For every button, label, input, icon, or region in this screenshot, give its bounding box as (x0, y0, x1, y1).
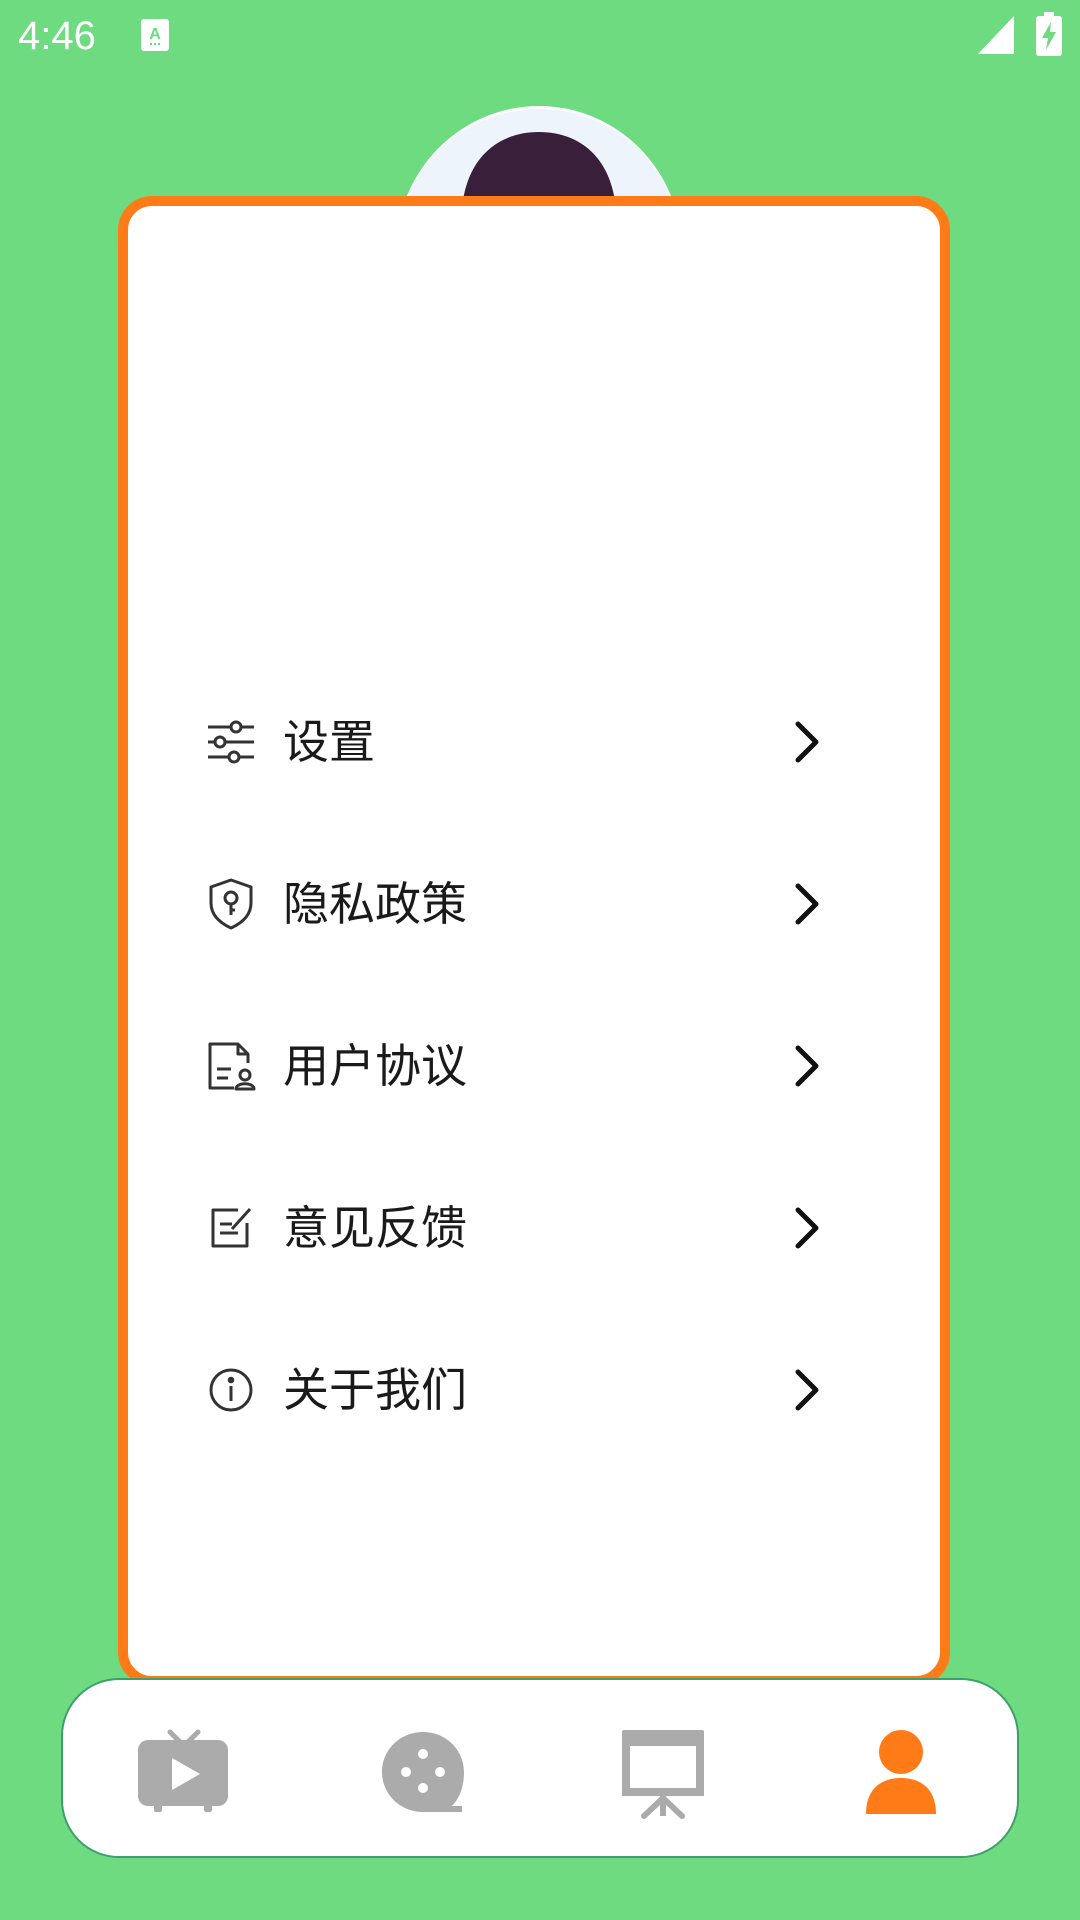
menu-item-label: 意见反馈 (283, 1201, 467, 1255)
nav-tab-profile[interactable] (781, 1680, 1021, 1856)
menu-item-settings[interactable]: 设置 (204, 682, 828, 844)
status-bar: 4:46 A (0, 0, 1080, 72)
menu-item-label: 用户协议 (283, 1039, 467, 1093)
menu-item-feedback[interactable]: 意见反馈 (204, 1168, 828, 1330)
chevron-right-icon (795, 721, 819, 763)
menu-item-privacy[interactable]: 隐私政策 (204, 844, 828, 1006)
sliders-icon (208, 720, 254, 764)
nav-tab-board[interactable] (543, 1680, 783, 1856)
menu-item-label: 设置 (283, 715, 375, 769)
menu-item-label: 隐私政策 (283, 877, 467, 931)
document-user-icon (208, 1042, 256, 1091)
shield-key-icon (209, 878, 253, 930)
chevron-right-icon (795, 883, 819, 925)
bottom-nav (61, 1678, 1019, 1858)
tv-play-icon (138, 1729, 228, 1812)
menu-item-label: 关于我们 (283, 1363, 467, 1417)
person-icon (866, 1730, 936, 1814)
presentation-board-icon (622, 1730, 704, 1819)
edit-note-icon (211, 1207, 252, 1248)
info-icon (209, 1368, 253, 1412)
battery-charging-icon (1036, 12, 1062, 56)
nav-tab-chat[interactable] (303, 1680, 543, 1856)
cellular-signal-icon (978, 16, 1014, 54)
text-input-icon: A (141, 19, 169, 51)
menu-item-about[interactable]: 关于我们 (204, 1330, 828, 1492)
nav-tab-video[interactable] (63, 1680, 303, 1856)
chevron-right-icon (795, 1207, 819, 1249)
svg-text:A: A (149, 26, 161, 43)
chevron-right-icon (795, 1045, 819, 1087)
menu-list: 设置 隐私政策 用户协议 意见反馈 关于我们 (204, 682, 828, 1492)
chat-dots-icon (382, 1732, 464, 1812)
chevron-right-icon (795, 1369, 819, 1411)
menu-item-agreement[interactable]: 用户协议 (204, 1006, 828, 1168)
status-time: 4:46 (18, 14, 96, 58)
